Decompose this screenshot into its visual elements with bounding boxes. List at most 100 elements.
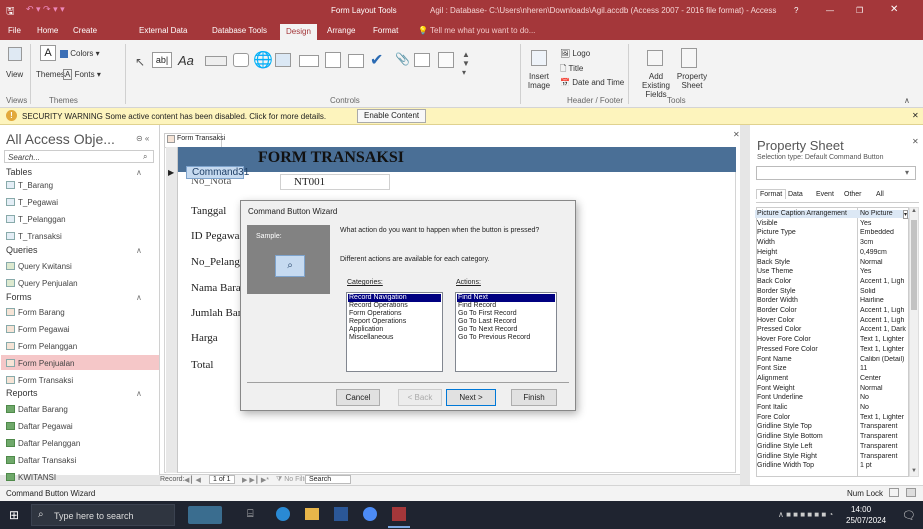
- property-row[interactable]: Gridline Style Top Transparent: [755, 423, 915, 431]
- property-value[interactable]: Text 1, Lighter: [860, 336, 909, 343]
- prop-tab-format[interactable]: Format: [756, 189, 787, 199]
- insert-image-button[interactable]: Insert Image: [523, 72, 555, 90]
- close-property-sheet-icon[interactable]: ✕: [912, 137, 919, 146]
- textbox-control-icon[interactable]: ab|: [152, 52, 172, 68]
- property-row[interactable]: Font Italic No: [755, 404, 915, 412]
- notifications-icon[interactable]: 🗨: [902, 509, 916, 522]
- property-value[interactable]: 3cm: [860, 239, 909, 246]
- category-item[interactable]: Miscellaneous: [349, 334, 393, 342]
- property-row[interactable]: Font Underline No: [755, 394, 915, 402]
- nav-item-t-transaksi[interactable]: T_Transaksi: [18, 232, 62, 241]
- add-existing-fields-icon[interactable]: [647, 50, 663, 66]
- task-view-icon[interactable]: ⌸: [247, 508, 254, 521]
- close-icon[interactable]: ✕: [890, 4, 898, 15]
- property-value[interactable]: No: [860, 394, 909, 401]
- web-browser-control-icon[interactable]: [275, 53, 291, 67]
- restore-icon[interactable]: ❐: [856, 6, 863, 15]
- collapse-icon[interactable]: ∧: [136, 168, 142, 177]
- themes-button[interactable]: Themes: [36, 70, 65, 79]
- insert-image-icon[interactable]: [531, 50, 547, 66]
- category-item[interactable]: Report Operations: [349, 318, 406, 326]
- prop-tab-event[interactable]: Event: [816, 191, 834, 198]
- doc-tab[interactable]: Form Transaksi: [164, 133, 225, 147]
- property-value[interactable]: Calibri (Detail): [860, 356, 909, 363]
- nav-section-queries[interactable]: Queries: [6, 245, 38, 255]
- nav-item-t-barang[interactable]: T_Barang: [18, 181, 53, 190]
- action-item[interactable]: Find Next: [458, 294, 488, 302]
- save-icon[interactable]: 🖫: [6, 4, 15, 21]
- property-row[interactable]: Gridline Style Left Transparent: [755, 443, 915, 451]
- selection-dropdown[interactable]: ▾: [756, 166, 916, 180]
- nav-section-forms[interactable]: Forms: [6, 292, 32, 302]
- tell-me-box[interactable]: Tell me what you want to do...: [430, 26, 535, 35]
- taskbar-search[interactable]: ⌕ Type here to search: [31, 504, 175, 526]
- nav-item-form-barang[interactable]: Form Barang: [18, 308, 65, 317]
- prop-tab-other[interactable]: Other: [844, 191, 862, 198]
- nav-item-daftar-barang[interactable]: Daftar Barang: [18, 405, 68, 414]
- property-scrollbar[interactable]: ▲ ▼: [909, 207, 919, 477]
- themes-icon[interactable]: A: [40, 45, 56, 61]
- nav-item-query-penjualan[interactable]: Query Penjualan: [18, 279, 78, 288]
- tab-design[interactable]: Design: [280, 24, 317, 40]
- tab-create[interactable]: Create: [73, 26, 97, 35]
- clock-time[interactable]: 14:00: [851, 505, 871, 514]
- access-icon[interactable]: [392, 507, 406, 521]
- property-row[interactable]: Visible Yes: [755, 220, 915, 228]
- chevron-down-icon[interactable]: ▾: [905, 168, 909, 177]
- property-row[interactable]: Alignment Center: [755, 375, 915, 383]
- property-row[interactable]: Border Style Solid: [755, 288, 915, 296]
- windows-start-icon[interactable]: ⊞: [9, 508, 19, 522]
- collapse-icon[interactable]: ∧: [136, 293, 142, 302]
- property-row[interactable]: Fore Color Text 1, Lighter: [755, 414, 915, 422]
- clock-date[interactable]: 25/07/2024: [846, 516, 886, 525]
- checkbox-control-icon[interactable]: ✔: [370, 50, 383, 70]
- attachment-control-icon[interactable]: 📎: [395, 52, 410, 66]
- title-button[interactable]: 🗋 Title: [560, 63, 583, 77]
- property-row[interactable]: Gridline Style Right Transparent: [755, 453, 915, 461]
- nav-item-daftar-transaksi[interactable]: Daftar Transaksi: [18, 456, 76, 465]
- category-item[interactable]: Record Navigation: [349, 294, 407, 302]
- property-row[interactable]: Picture Type Embedded: [755, 229, 915, 237]
- prop-tab-all[interactable]: All: [876, 191, 884, 198]
- action-item[interactable]: Go To Previous Record: [458, 334, 530, 342]
- next-button[interactable]: Next >: [446, 389, 496, 406]
- scrollbar-thumb[interactable]: [911, 220, 917, 310]
- record-search-input[interactable]: Search: [305, 475, 351, 484]
- collapse-ribbon-icon[interactable]: ∧: [904, 96, 910, 105]
- no-nota-field[interactable]: NT001: [280, 174, 390, 190]
- back-button[interactable]: < Back: [398, 389, 442, 406]
- chart-control-icon[interactable]: [438, 52, 454, 68]
- action-item[interactable]: Find Record: [458, 302, 496, 310]
- property-value[interactable]: Accent 1, Dark: [860, 326, 909, 333]
- option-group-icon[interactable]: [325, 52, 341, 68]
- property-value[interactable]: Text 1, Lighter: [860, 346, 909, 353]
- label-control-icon[interactable]: Aa: [178, 53, 194, 68]
- search-icon[interactable]: ⌕: [143, 152, 147, 162]
- page-break-icon[interactable]: [348, 54, 364, 68]
- property-value[interactable]: No: [860, 404, 909, 411]
- prop-tab-data[interactable]: Data: [788, 191, 803, 198]
- nav-item-daftar-pelanggan[interactable]: Daftar Pelanggan: [18, 439, 80, 448]
- nav-item-query-kwitansi[interactable]: Query Kwitansi: [18, 262, 72, 271]
- collapse-icon[interactable]: ∧: [136, 246, 142, 255]
- property-value[interactable]: Solid: [860, 288, 909, 295]
- nav-section-tables[interactable]: Tables: [6, 167, 32, 177]
- add-existing-fields-button[interactable]: Add Existing Fields: [636, 72, 676, 99]
- nav-item-form-pegawai[interactable]: Form Pegawai: [18, 325, 70, 334]
- property-row[interactable]: Gridline Width Top 1 pt: [755, 462, 915, 470]
- first-record-icon[interactable]: ◀┃ ◀: [184, 476, 201, 484]
- property-row[interactable]: Font Weight Normal: [755, 385, 915, 393]
- property-row[interactable]: Height 0,499cm: [755, 249, 915, 257]
- property-row[interactable]: Border Color Accent 1, Ligh: [755, 307, 915, 315]
- nav-item-form-transaksi[interactable]: Form Transaksi: [18, 376, 73, 385]
- file-explorer-icon[interactable]: [305, 508, 319, 520]
- nav-item-t-pelanggan[interactable]: T_Pelanggan: [18, 215, 66, 224]
- property-row[interactable]: Hover Fore Color Text 1, Lighter: [755, 336, 915, 344]
- nav-options-icon[interactable]: ⊝ «: [136, 134, 149, 143]
- property-value[interactable]: Transparent: [860, 423, 909, 430]
- nav-item-form-pelanggan[interactable]: Form Pelanggan: [18, 342, 77, 351]
- hyperlink-control-icon[interactable]: 🌐: [253, 50, 273, 70]
- property-row[interactable]: Pressed Fore Color Text 1, Lighter: [755, 346, 915, 354]
- undo-icon[interactable]: ↶ ▾ ↷ ▾ ▾: [26, 4, 65, 15]
- cancel-button[interactable]: Cancel: [336, 389, 380, 406]
